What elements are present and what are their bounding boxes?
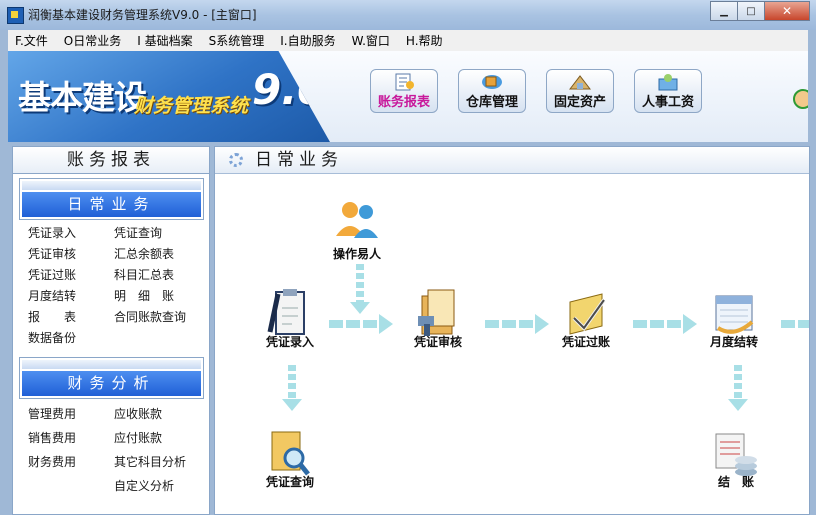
calendar-icon: [710, 288, 758, 334]
title-bar: 润衡基本建设财务管理系统V9.0 - [主窗口] ▁ □ ✕: [0, 0, 816, 30]
workflow-diagram: 操作易人 凭证录入 凭证审核 凭证过账 月度结转 凭证查询 结 账: [215, 174, 809, 514]
flow-arrow-entry-to-query: [282, 365, 302, 411]
link-contract-query[interactable]: 合同账款查询: [114, 307, 204, 328]
main-panel: 日常业务 操作易人 凭证录入 凭证审核 凭证过账 月度结转 凭证查询 结 账: [214, 146, 810, 515]
financial-analysis-links: 管理费用 应收账款 销售费用 应付账款 财务费用 其它科目分析 自定义分析: [19, 399, 204, 502]
link-finance-expense[interactable]: 财务费用: [28, 450, 114, 474]
menu-self-service[interactable]: I.自助服务: [273, 32, 344, 49]
product-logo: 基本建设 财务管理系统 9.0: [8, 51, 330, 142]
app-icon: [7, 7, 24, 24]
node-voucher-audit[interactable]: 凭证审核: [403, 288, 473, 350]
link-reports[interactable]: 报 表: [28, 307, 114, 328]
link-sales-expense[interactable]: 销售费用: [28, 426, 114, 450]
flow-arrow-posting-to-monthend: [633, 314, 697, 334]
logo-text-main: 基本建设: [18, 78, 147, 117]
node-voucher-query[interactable]: 凭证查询: [255, 428, 325, 490]
flow-arrow-monthend-next: [781, 320, 809, 328]
clipboard-icon: [266, 288, 314, 335]
operator-icon: [333, 200, 381, 244]
menu-file[interactable]: F.文件: [8, 32, 57, 49]
report-icon: [392, 73, 416, 91]
link-payables[interactable]: 应付账款: [114, 426, 204, 450]
left-nav-panel: 账务报表 日常业务 凭证录入 凭证查询 凭证审核 汇总余额表 凭证过账 科目汇总…: [12, 146, 210, 515]
section-header-financial-analysis[interactable]: 财务分析: [19, 357, 204, 399]
fixed-asset-icon: [568, 73, 592, 91]
left-panel-title: 账务报表: [13, 147, 209, 174]
menu-system-management[interactable]: S系统管理: [202, 32, 274, 49]
link-detail-ledger[interactable]: 明 细 账: [114, 286, 204, 307]
link-other-account-analysis[interactable]: 其它科目分析: [114, 450, 204, 474]
node-voucher-entry[interactable]: 凭证录入: [255, 288, 325, 350]
window-title: 润衡基本建设财务管理系统V9.0 - [主窗口]: [28, 8, 257, 22]
audit-icon: [414, 288, 462, 336]
empty-cell: [28, 474, 114, 498]
coins-icon: [712, 428, 760, 476]
section-daily-business: 日常业务 凭证录入 凭证查询 凭证审核 汇总余额表 凭证过账 科目汇总表 月度结…: [19, 178, 204, 353]
module-button-fixed-asset[interactable]: 固定资产: [546, 69, 614, 113]
link-custom-analysis[interactable]: 自定义分析: [114, 474, 204, 498]
module-button-warehouse[interactable]: 仓库管理: [458, 69, 526, 113]
menu-daily-business[interactable]: O日常业务: [57, 32, 130, 49]
menu-help[interactable]: H.帮助: [399, 32, 452, 49]
link-voucher-audit[interactable]: 凭证审核: [28, 244, 114, 265]
module-button-report[interactable]: 账务报表: [370, 69, 438, 113]
banner: 基本建设 财务管理系统 9.0 账务报表 仓库管理 固定资产 人事工资: [8, 51, 808, 142]
link-data-backup[interactable]: 数据备份: [28, 328, 114, 349]
node-operator[interactable]: 操作易人: [323, 200, 391, 262]
node-month-end[interactable]: 月度结转: [699, 288, 769, 350]
maximize-button[interactable]: □: [738, 1, 765, 21]
close-button[interactable]: ✕: [765, 1, 810, 21]
link-summary-balance[interactable]: 汇总余额表: [114, 244, 204, 265]
flow-arrow-operator-to-entry: [350, 264, 370, 314]
main-panel-header: 日常业务: [215, 147, 809, 174]
link-receivables[interactable]: 应收账款: [114, 402, 204, 426]
module-button-hr-payroll[interactable]: 人事工资: [634, 69, 702, 113]
daily-business-links: 凭证录入 凭证查询 凭证审核 汇总余额表 凭证过账 科目汇总表 月度结转 明 细…: [19, 220, 204, 353]
maximize-icon: □: [746, 5, 756, 17]
link-account-summary[interactable]: 科目汇总表: [114, 265, 204, 286]
link-voucher-entry[interactable]: 凭证录入: [28, 223, 114, 244]
link-voucher-posting[interactable]: 凭证过账: [28, 265, 114, 286]
menu-bar: F.文件 O日常业务 I 基础档案 S系统管理 I.自助服务 W.窗口 H.帮助: [8, 30, 808, 51]
section-financial-analysis: 财务分析 管理费用 应收账款 销售费用 应付账款 财务费用 其它科目分析 自定义…: [19, 357, 204, 502]
node-voucher-posting[interactable]: 凭证过账: [551, 288, 621, 350]
flow-arrow-monthend-to-closing: [728, 365, 748, 411]
link-voucher-query[interactable]: 凭证查询: [114, 223, 204, 244]
menu-basic-archive[interactable]: I 基础档案: [130, 32, 201, 49]
menu-window[interactable]: W.窗口: [345, 32, 399, 49]
posting-icon: [562, 288, 610, 335]
link-admin-expense[interactable]: 管理费用: [28, 402, 114, 426]
user-avatar-icon: [793, 89, 808, 109]
minimize-icon: ▁: [720, 5, 728, 17]
gear-icon: [229, 153, 243, 167]
main-panel-title: 日常业务: [255, 150, 343, 170]
warehouse-icon: [480, 73, 504, 91]
minimize-button[interactable]: ▁: [710, 1, 738, 21]
node-closing[interactable]: 结 账: [701, 428, 771, 490]
magnifier-icon: [266, 428, 314, 476]
section-header-daily-business[interactable]: 日常业务: [19, 178, 204, 220]
link-month-end[interactable]: 月度结转: [28, 286, 114, 307]
hr-payroll-icon: [656, 73, 680, 91]
flow-arrow-entry-to-audit: [329, 314, 393, 334]
close-icon: ✕: [781, 4, 793, 18]
flow-arrow-audit-to-posting: [485, 314, 549, 334]
logo-version: 9.0: [252, 65, 327, 114]
logo-text-sub: 财务管理系统: [134, 95, 249, 117]
window-controls: ▁ □ ✕: [710, 1, 810, 21]
